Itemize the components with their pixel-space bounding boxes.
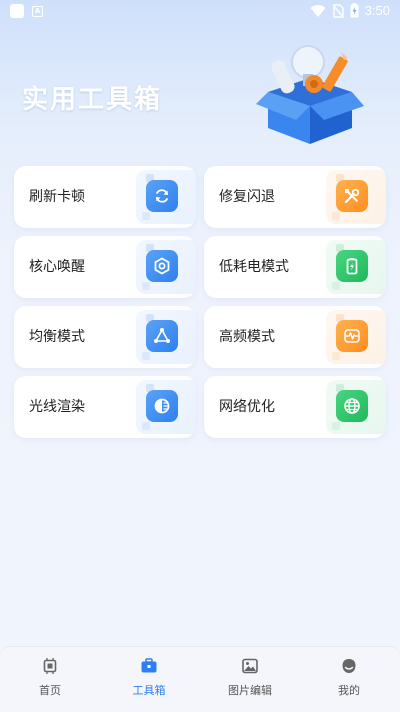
wifi-icon	[310, 4, 326, 17]
notification-square-icon	[10, 4, 24, 18]
tool-card-repair-crash[interactable]: 修复闪退	[204, 166, 386, 228]
tool-card-balanced[interactable]: 均衡模式	[14, 306, 196, 368]
tool-card-network-opt[interactable]: 网络优化	[204, 376, 386, 438]
tool-label: 网络优化	[219, 399, 275, 415]
bottom-nav: 首页 工具箱 图片编辑 我的	[0, 646, 400, 712]
repair-tools-icon	[336, 180, 368, 212]
nav-label: 我的	[338, 684, 360, 697]
nav-label: 图片编辑	[228, 684, 272, 697]
pulse-icon	[336, 320, 368, 352]
nav-item-image-edit[interactable]: 图片编辑	[205, 657, 295, 707]
page-title: 实用工具箱	[22, 85, 163, 115]
core-hexagon-icon	[146, 250, 178, 282]
refresh-icon	[146, 180, 178, 212]
globe-icon	[336, 390, 368, 422]
tool-label: 光线渲染	[29, 399, 85, 415]
status-bar: A 3:50	[0, 0, 400, 24]
accessibility-a-icon: A	[32, 5, 43, 17]
tool-label: 核心唤醒	[29, 259, 85, 275]
nav-label: 首页	[39, 684, 61, 697]
battery-icon	[336, 250, 368, 282]
no-sim-icon	[332, 3, 344, 18]
nav-item-toolbox[interactable]: 工具箱	[104, 657, 194, 707]
nav-item-profile[interactable]: 我的	[304, 657, 394, 707]
tool-card-ray-render[interactable]: 光线渲染	[14, 376, 196, 438]
chip-icon	[43, 658, 57, 674]
tool-label: 修复闪退	[219, 189, 275, 205]
tool-label: 低耗电模式	[219, 259, 289, 275]
tool-card-refresh[interactable]: 刷新卡顿	[14, 166, 196, 228]
toolbox-icon	[141, 658, 157, 673]
tool-label: 刷新卡顿	[29, 189, 85, 205]
tool-card-core-wake[interactable]: 核心唤醒	[14, 236, 196, 298]
tool-label: 均衡模式	[29, 329, 85, 345]
nav-item-home[interactable]: 首页	[5, 657, 95, 707]
profile-icon	[342, 659, 356, 673]
nav-label: 工具箱	[132, 684, 166, 697]
battery-status-icon	[350, 3, 359, 18]
tool-card-high-freq[interactable]: 高频模式	[204, 306, 386, 368]
contrast-icon	[146, 390, 178, 422]
tool-label: 高频模式	[219, 329, 275, 345]
status-time: 3:50	[364, 3, 390, 18]
network-triangle-icon	[146, 320, 178, 352]
image-icon	[242, 658, 258, 674]
toolbox-illustration-icon	[256, 45, 364, 144]
tool-card-low-power[interactable]: 低耗电模式	[204, 236, 386, 298]
